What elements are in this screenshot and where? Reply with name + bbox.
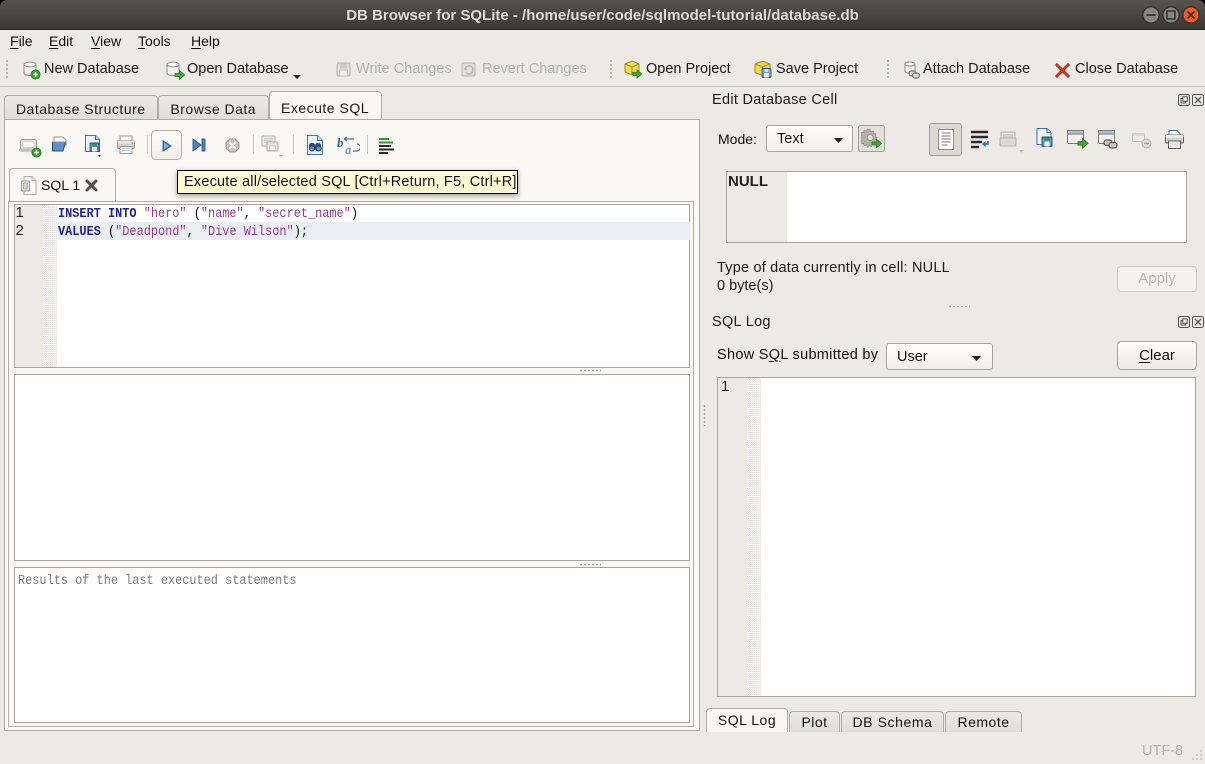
svg-text:a: a [345, 142, 352, 157]
svg-text:b: b [337, 135, 344, 150]
